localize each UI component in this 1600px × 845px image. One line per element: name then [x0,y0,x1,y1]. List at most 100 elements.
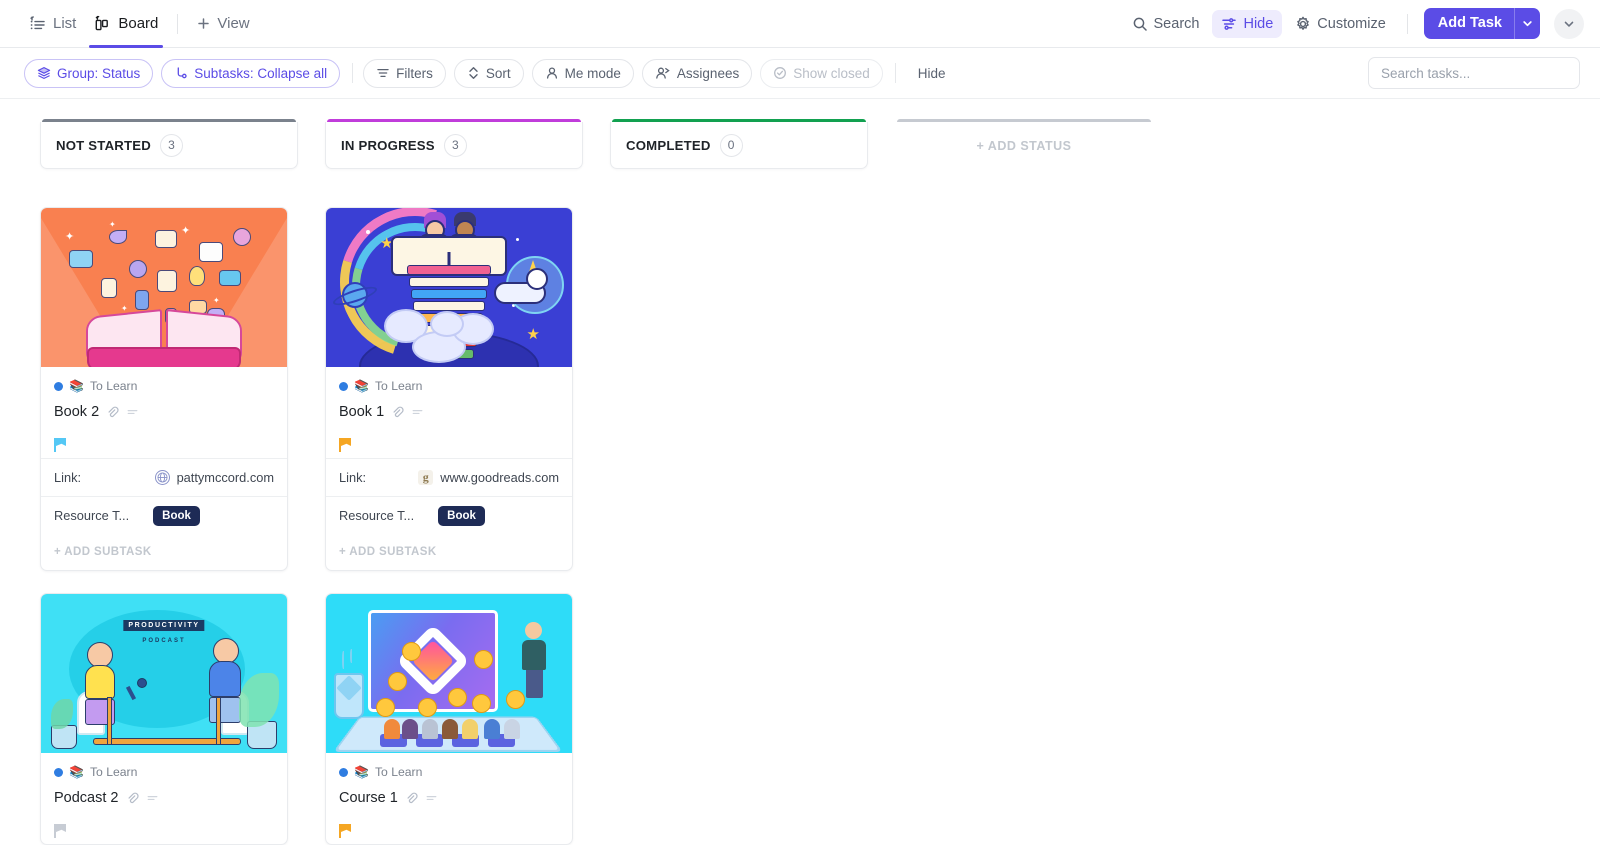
subtasks-chip[interactable]: Subtasks: Collapse all [161,58,341,88]
search-tasks-input[interactable]: Search tasks... [1368,57,1580,89]
me-mode-label: Me mode [564,65,621,81]
board-column-in-progress: IN PROGRESS 3 ★ ★ 📚 To Learn Book 1 Link… [325,119,583,845]
task-card[interactable]: ✦ ✦ ✦ ✦ ✦ ✦ [40,207,288,571]
assignees-chip[interactable]: Assignees [641,58,753,88]
card-list-name: To Learn [374,765,423,779]
add-subtask-button[interactable]: + ADD SUBTASK [41,534,287,570]
actions-divider [1406,13,1408,34]
sort-label: Sort [485,65,511,81]
attachment-icon [106,406,119,419]
tab-list-label: List [53,15,77,32]
hide-filters-button[interactable]: Hide [910,66,954,81]
add-task-button[interactable]: Add Task [1423,8,1540,39]
layers-icon [37,66,51,80]
card-field-link[interactable]: Link: g www.goodreads.com [326,458,572,496]
sort-chip[interactable]: Sort [453,58,524,88]
field-label: Link: [54,470,82,485]
card-field-resource-type[interactable]: Resource T... Book [41,496,287,534]
column-title: COMPLETED [626,137,711,153]
search-icon [1132,16,1148,32]
podcast-logo-text: PRODUCTIVITY [123,620,205,631]
status-dot [339,767,348,777]
add-view-label: View [217,15,250,32]
link-text: pattymccord.com [176,470,274,485]
priority-flag-icon [54,824,66,838]
chevron-down-icon [1523,21,1532,27]
tab-board[interactable]: Board [85,0,167,48]
card-priority-row[interactable] [54,420,274,458]
hide-button-label: Hide [1243,15,1274,32]
group-status-chip[interactable]: Group: Status [24,58,154,88]
task-card[interactable]: ★ ★ 📚 To Learn Book 1 Link: g www.goodre… [325,207,573,571]
field-label: Link: [339,470,367,485]
card-body: 📚 To Learn Course 1 [326,753,572,844]
field-value: pattymccord.com [154,470,274,485]
customize-button-label: Customize [1317,15,1386,32]
subtasks-label: Subtasks: Collapse all [194,65,328,81]
board-column-completed: COMPLETED 0 [610,119,868,207]
microphone-icon [137,678,147,688]
tab-board-label: Board [118,15,159,32]
board-area: NOT STARTED 3 ✦ ✦ ✦ ✦ ✦ ✦ [0,99,1600,845]
resource-tag: Book [438,505,485,526]
card-cover-image: ★ ★ [326,208,572,367]
task-card[interactable]: PRODUCTIVITY PODCAST 📚 To Learn Podcast … [40,593,288,845]
filters-chip[interactable]: Filters [363,58,446,88]
card-priority-row[interactable] [339,806,559,844]
column-header[interactable]: NOT STARTED 3 [40,119,298,169]
card-field-resource-type[interactable]: Resource T... Book [326,496,572,534]
view-tabs: List Board View [20,0,258,48]
more-options-button[interactable] [1554,8,1584,39]
add-status-button[interactable]: + ADD STATUS [895,122,1153,169]
card-priority-row[interactable] [339,420,559,458]
filterbar-divider-2 [894,63,896,83]
card-title: Book 1 [339,404,385,420]
column-title: NOT STARTED [56,137,151,153]
description-icon [126,406,139,419]
show-closed-label: Show closed [793,65,870,81]
field-label: Resource T... [54,508,130,523]
description-icon [146,792,159,805]
card-field-link[interactable]: Link: pattymccord.com [41,458,287,496]
card-body: 📚 To Learn Book 1 Link: g www.goodreads.… [326,367,572,570]
books-icon: 📚 [69,765,84,779]
check-circle-icon [773,66,787,80]
column-header[interactable]: IN PROGRESS 3 [325,119,583,169]
task-card[interactable]: 📚 To Learn Course 1 [325,593,573,845]
plus-icon [196,16,211,31]
column-header[interactable]: COMPLETED 0 [610,119,868,169]
search-button[interactable]: Search [1123,10,1209,38]
board-columns: NOT STARTED 3 ✦ ✦ ✦ ✦ ✦ ✦ [40,119,1600,845]
customize-button[interactable]: Customize [1286,10,1395,38]
tab-list[interactable]: List [20,0,85,48]
add-view-button[interactable]: View [188,15,257,32]
attachment-icon [405,792,418,805]
column-cards: ✦ ✦ ✦ ✦ ✦ ✦ [40,207,298,845]
filter-toolbar: Group: Status Subtasks: Collapse all Fil… [0,48,1600,99]
sort-icon [467,66,480,80]
card-cover-image [326,594,572,753]
card-priority-row[interactable] [54,806,274,844]
column-title: IN PROGRESS [341,137,435,153]
add-subtask-button[interactable]: + ADD SUBTASK [326,534,572,570]
add-status-column[interactable]: + ADD STATUS [895,119,1153,169]
card-title: Book 2 [54,404,100,420]
description-icon [411,406,424,419]
field-value: Book [438,505,485,526]
card-list-meta: 📚 To Learn [339,763,559,781]
show-closed-chip[interactable]: Show closed [760,58,883,88]
card-title-row: Course 1 [339,790,559,806]
card-title-row: Podcast 2 [54,790,274,806]
column-cards: ★ ★ 📚 To Learn Book 1 Link: g www.goodre… [325,207,583,845]
filterbar-divider [352,63,354,83]
top-toolbar: List Board View Search Hide Customize Ad… [0,0,1600,48]
sliders-icon [1221,16,1237,32]
me-mode-chip[interactable]: Me mode [531,58,634,88]
card-body: 📚 To Learn Podcast 2 [41,753,287,844]
hide-button[interactable]: Hide [1212,9,1283,38]
card-list-meta: 📚 To Learn [339,377,559,395]
status-dot [54,767,63,777]
subtask-icon [174,66,188,80]
column-count: 0 [719,133,743,157]
add-task-dropdown[interactable] [1514,8,1540,39]
